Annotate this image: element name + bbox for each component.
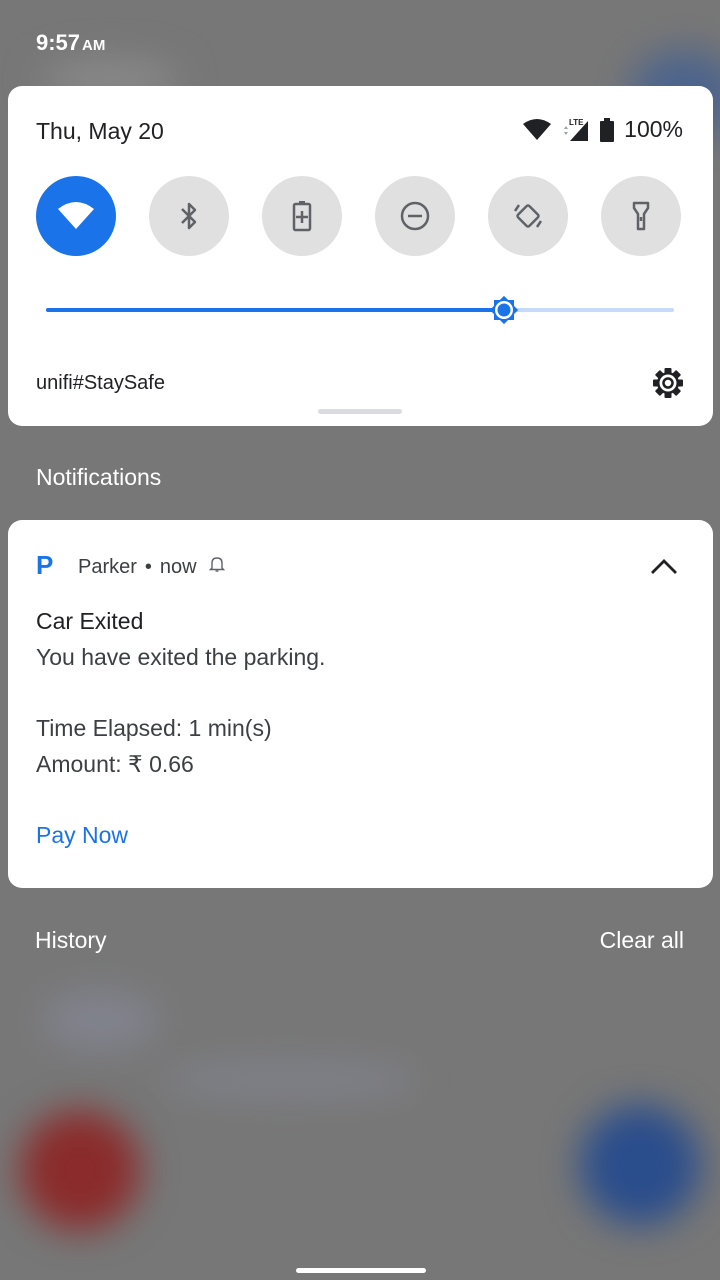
navigation-gesture-bar[interactable] <box>296 1268 426 1273</box>
tile-bluetooth[interactable] <box>149 176 229 256</box>
notification-time: now <box>159 555 197 578</box>
tile-battery-saver[interactable] <box>262 176 342 256</box>
brightness-slider[interactable] <box>46 292 674 328</box>
quick-tiles <box>36 176 696 256</box>
brightness-thumb[interactable] <box>486 292 522 328</box>
notification-line-3: Amount: ₹ 0.66 <box>36 751 194 777</box>
svg-text:LTE: LTE <box>569 118 584 127</box>
pay-now-button[interactable]: Pay Now <box>36 822 128 849</box>
collapse-chevron-icon[interactable] <box>649 552 679 582</box>
battery-percent: 100% <box>624 116 683 142</box>
clear-all-button[interactable]: Clear all <box>600 927 684 954</box>
flashlight-icon <box>631 200 651 232</box>
do-not-disturb-icon <box>399 200 431 232</box>
app-name: Parker <box>78 555 137 578</box>
notifications-header: Notifications <box>36 464 162 490</box>
status-bar-time: 9:57 AM <box>36 30 105 56</box>
auto-rotate-icon <box>511 199 545 233</box>
header-separator: • <box>144 555 152 578</box>
panel-drag-handle[interactable] <box>318 409 402 414</box>
background-blur <box>580 1105 700 1225</box>
settings-gear-icon[interactable] <box>651 366 685 400</box>
wifi-icon <box>57 201 95 231</box>
parker-app-icon: P <box>36 550 54 580</box>
history-header: History <box>35 927 107 953</box>
qs-status-icons: LTE 100% <box>522 116 683 143</box>
notification-card[interactable]: P Parker • now Car Exited You have exite… <box>8 520 713 888</box>
notification-line-1: You have exited the parking. <box>36 644 326 670</box>
wifi-signal-icon <box>522 118 552 142</box>
tile-flashlight[interactable] <box>601 176 681 256</box>
background-blur <box>160 1060 420 1100</box>
lte-signal-icon: LTE <box>562 117 590 143</box>
tile-auto-rotate[interactable] <box>488 176 568 256</box>
background-blur <box>20 1110 140 1230</box>
notification-header-row: Parker • now <box>78 555 225 579</box>
notification-title: Car Exited <box>36 608 144 634</box>
bell-icon <box>208 555 225 579</box>
battery-saver-icon <box>292 200 312 232</box>
notification-line-2: Time Elapsed: 1 min(s) <box>36 715 272 741</box>
quick-settings-panel: Thu, May 20 LTE 100% unifi#StaySafe <box>8 86 713 426</box>
bluetooth-icon <box>178 201 200 231</box>
background-blur <box>40 990 160 1050</box>
qs-date: Thu, May 20 <box>36 118 164 144</box>
network-name: unifi#StaySafe <box>36 372 165 394</box>
brightness-fill <box>46 308 504 312</box>
status-time-ampm: AM <box>82 37 106 54</box>
battery-icon <box>600 117 615 142</box>
tile-wifi[interactable] <box>36 176 116 256</box>
status-time-value: 9:57 <box>36 30 81 55</box>
tile-do-not-disturb[interactable] <box>375 176 455 256</box>
